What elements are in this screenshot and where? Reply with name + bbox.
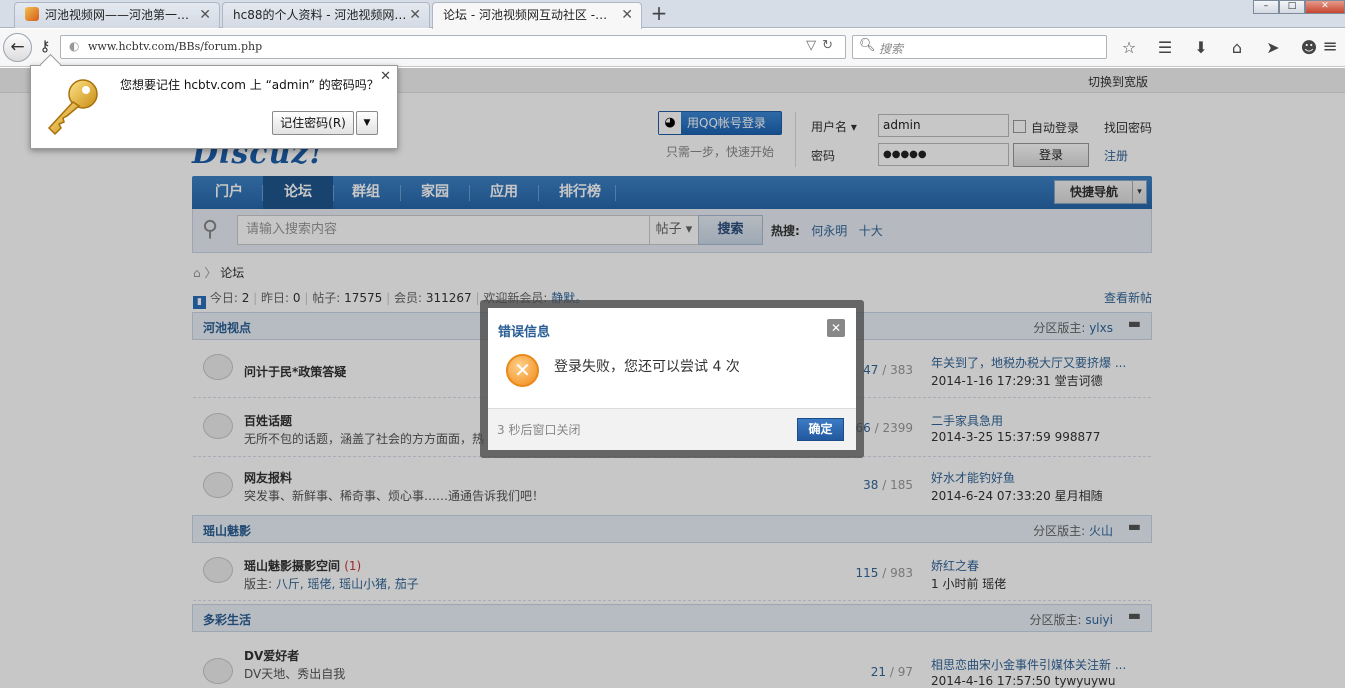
download-icon[interactable]: ⬇ — [1188, 36, 1214, 60]
ok-button[interactable]: 确定 — [797, 418, 844, 441]
search-placeholder: 搜索 — [879, 42, 904, 56]
remember-password-message: 您想要记住 hcbtv.com 上 “admin” 的密码吗？ — [120, 78, 379, 92]
countdown-text: 3 秒后窗口关闭 — [497, 423, 581, 437]
tab-close-icon[interactable]: ✕ — [621, 3, 633, 27]
dialog-message: 登录失败，您还可以尝试 4 次 — [554, 359, 740, 375]
home-icon[interactable]: ⌂ — [1224, 36, 1250, 60]
hamburger-menu-icon[interactable]: ≡ — [1319, 36, 1341, 60]
minimize-icon[interactable]: – — [1253, 0, 1279, 14]
remember-password-popup: 您想要记住 hcbtv.com 上 “admin” 的密码吗？ ✕ 记住密码(R… — [30, 65, 398, 149]
close-icon[interactable]: ✕ — [827, 319, 845, 337]
browser-tab[interactable]: hc88的个人资料 - 河池视频网… ✕ — [222, 2, 430, 28]
navigation-toolbar: ← ⚷ ◐ www.hcbtv.com/BBs/forum.php ▽↻ 🔍︎ … — [0, 29, 1345, 67]
reload-icon[interactable]: ▽↻ — [806, 38, 839, 53]
browser-tab[interactable]: 河池视频网——河池第一… ✕ — [14, 2, 220, 28]
tab-title: hc88的个人资料 - 河池视频网… — [233, 8, 407, 22]
site-favicon-icon — [25, 7, 39, 21]
toolbar-icons: ☆ ☰ ⬇ ⌂ ➤ ☻ — [1116, 36, 1322, 60]
remember-password-button[interactable]: 记住密码(R) — [272, 111, 354, 135]
chevron-down-icon[interactable]: ▼ — [356, 111, 378, 135]
tab-close-icon[interactable]: ✕ — [409, 3, 421, 27]
send-icon[interactable]: ➤ — [1260, 36, 1286, 60]
globe-icon: ◐ — [69, 39, 80, 53]
close-icon[interactable]: ✕ — [380, 69, 391, 84]
window-controls: – □ ✕ — [1253, 0, 1345, 14]
dialog-footer: 3 秒后窗口关闭 确定 — [488, 408, 856, 450]
dialog-title: 错误信息 — [498, 325, 551, 340]
window-close-icon[interactable]: ✕ — [1305, 0, 1345, 14]
browser-search-bar[interactable]: 🔍︎ 搜索 — [852, 35, 1107, 59]
error-dialog: 错误信息 ✕ ✕ 登录失败，您还可以尝试 4 次 3 秒后窗口关闭 确定 — [488, 308, 856, 450]
reading-list-icon[interactable]: ☰ — [1152, 36, 1178, 60]
tab-title: 论坛 - 河池视频网互动社区 -… — [443, 8, 608, 22]
browser-tab-active[interactable]: 论坛 - 河池视频网互动社区 -… ✕ — [432, 2, 642, 29]
new-tab-icon[interactable]: + — [648, 3, 670, 25]
error-icon: ✕ — [506, 354, 539, 387]
bookmark-star-icon[interactable]: ☆ — [1116, 36, 1142, 60]
golden-key-icon — [47, 79, 98, 136]
url-text[interactable]: www.hcbtv.com/BBs/forum.php — [88, 40, 262, 53]
back-arrow-icon[interactable]: ← — [3, 33, 32, 62]
url-bar[interactable]: ◐ www.hcbtv.com/BBs/forum.php ▽↻ — [60, 35, 846, 59]
search-icon: 🔍︎ — [859, 38, 876, 53]
maximize-icon[interactable]: □ — [1279, 0, 1305, 14]
tab-strip: 河池视频网——河池第一… ✕ hc88的个人资料 - 河池视频网… ✕ 论坛 -… — [0, 0, 1345, 29]
tab-close-icon[interactable]: ✕ — [199, 3, 211, 27]
tab-title: 河池视频网——河池第一… — [45, 8, 190, 22]
